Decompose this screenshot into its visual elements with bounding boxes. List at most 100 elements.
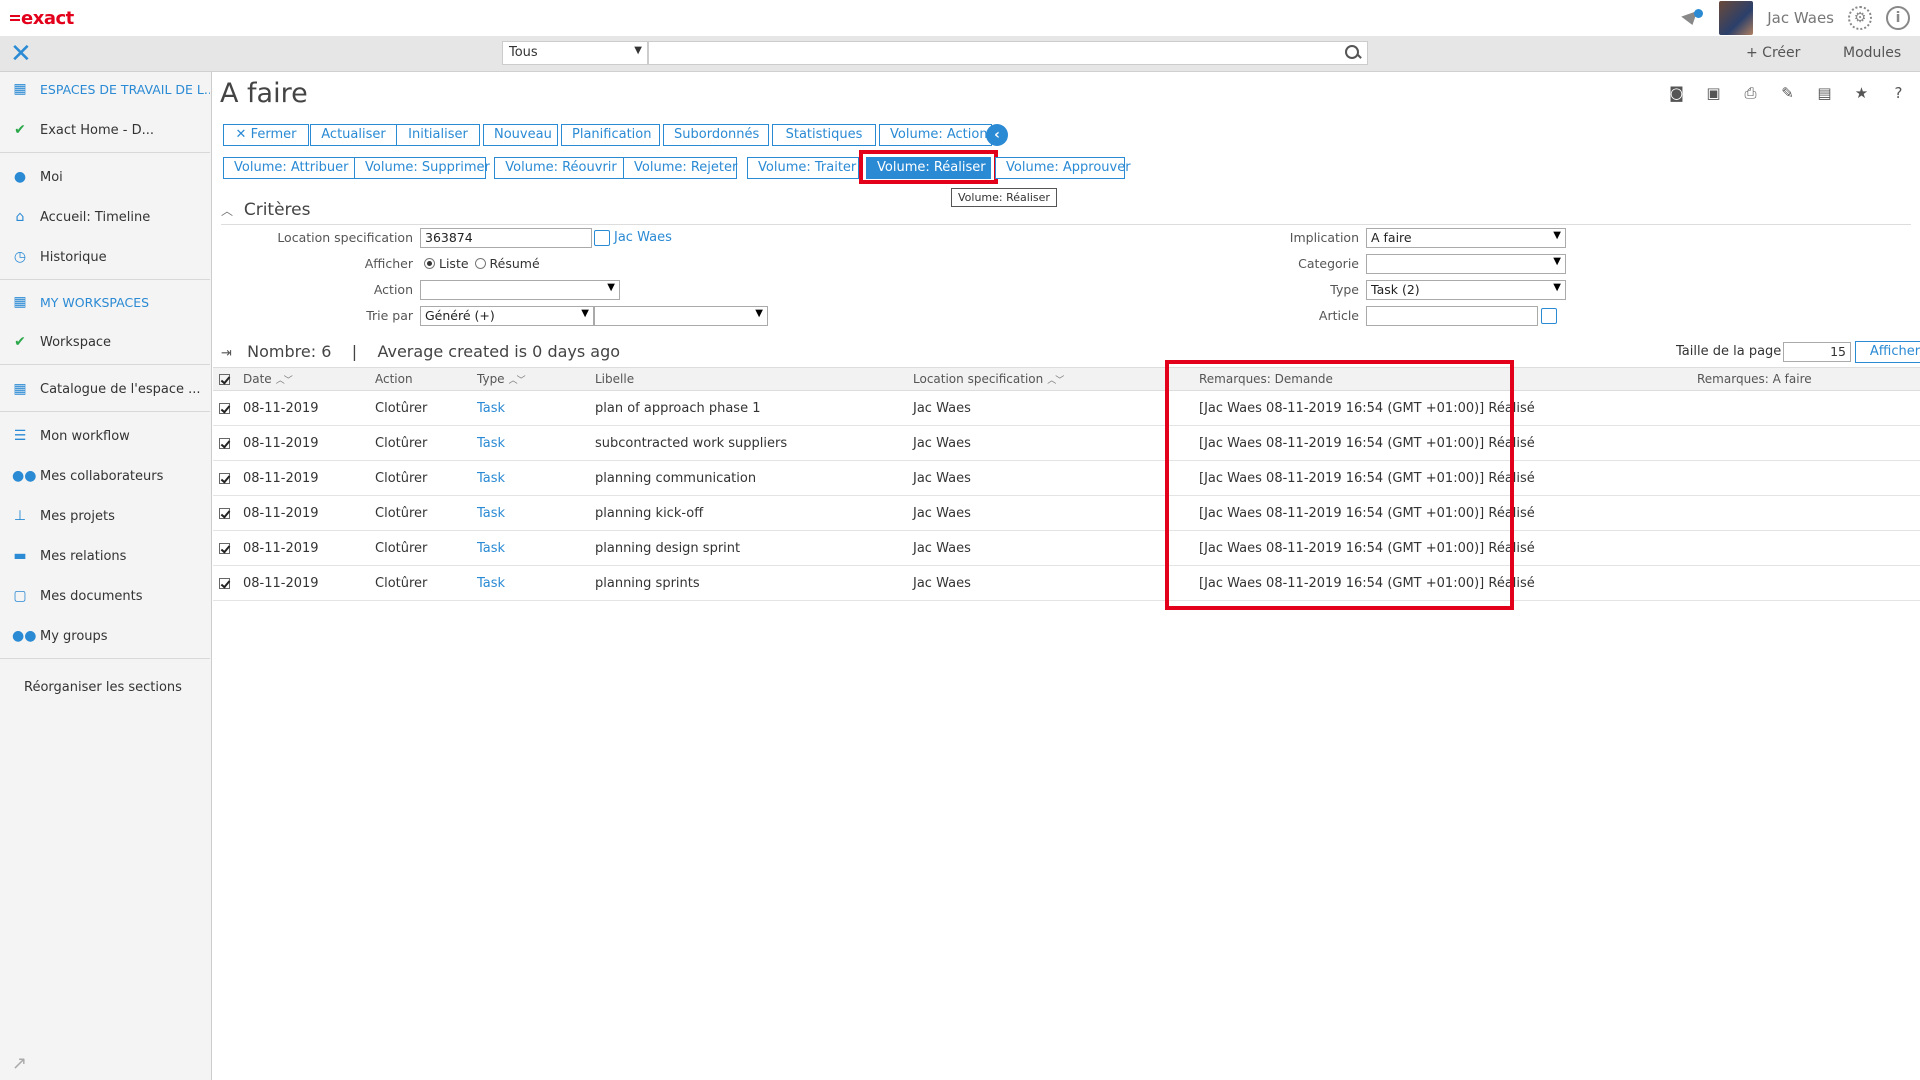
- row-checkbox[interactable]: [213, 495, 237, 531]
- row-checkbox[interactable]: [213, 530, 237, 566]
- search-icon[interactable]: [1345, 45, 1361, 61]
- exact-logo[interactable]: exact: [10, 8, 74, 29]
- sidebar-item-timeline[interactable]: ⌂ Accueil: Timeline: [0, 202, 210, 232]
- planning-button[interactable]: Planification: [561, 124, 660, 146]
- cell-type[interactable]: Task: [471, 425, 589, 461]
- volume-actions-button[interactable]: Volume: Actions: [879, 124, 994, 146]
- sidebar-item-groups[interactable]: ●● My groups: [0, 621, 210, 651]
- lookup-icon[interactable]: [1541, 308, 1557, 324]
- subordinates-button[interactable]: Subordonnés: [663, 124, 769, 146]
- cell-type[interactable]: Task: [471, 530, 589, 566]
- help-icon[interactable]: ?: [1889, 84, 1908, 103]
- sidebar-item-collaborateurs[interactable]: ●● Mes collaborateurs: [0, 461, 210, 491]
- show-summary-radio[interactable]: Résumé: [474, 256, 540, 271]
- column-header-remarks-todo[interactable]: Remarques: A faire: [1691, 367, 1920, 391]
- table-row[interactable]: 08-11-2019 Clotûrer Task planning design sp…: [213, 530, 1920, 566]
- sidebar-item-workspaces-header[interactable]: ▦ ESPACES DE TRAVAIL DE L...: [0, 74, 210, 104]
- sidebar-item-exact-home[interactable]: ✔ Exact Home - D...: [0, 115, 210, 145]
- table-row[interactable]: 08-11-2019 Clotûrer Task planning kick-off J…: [213, 495, 1920, 531]
- search-input[interactable]: [648, 41, 1368, 65]
- print-icon[interactable]: ⎙: [1741, 84, 1760, 103]
- pin-icon[interactable]: ⇥: [221, 346, 232, 361]
- column-header-location[interactable]: Location specification ︿﹀: [907, 367, 1179, 391]
- cell-type-text[interactable]: Task: [477, 401, 505, 416]
- user-name[interactable]: Jac Waes: [1767, 9, 1834, 27]
- favorite-star-icon[interactable]: ★: [1852, 84, 1871, 103]
- search-scope-select[interactable]: Tous ▼: [502, 41, 648, 65]
- reorganize-sections-link[interactable]: Réorganiser les sections: [0, 672, 210, 702]
- table-row[interactable]: 08-11-2019 Clotûrer Task planning communica…: [213, 460, 1920, 496]
- row-checkbox[interactable]: [213, 425, 237, 461]
- cell-type[interactable]: Task: [471, 495, 589, 531]
- sidebar-item-moi[interactable]: ● Moi: [0, 162, 210, 192]
- close-button[interactable]: ✕ Fermer: [223, 124, 309, 146]
- sort-secondary-select[interactable]: ▼: [594, 306, 768, 326]
- statistics-button[interactable]: Statistiques: [772, 124, 876, 146]
- volume-reject-button[interactable]: Volume: Rejeter: [623, 157, 737, 179]
- rss-icon[interactable]: ◙: [1667, 84, 1686, 103]
- row-checkbox[interactable]: [213, 460, 237, 496]
- excel-export-icon[interactable]: ▣: [1704, 84, 1723, 103]
- select-all-checkbox[interactable]: [213, 367, 237, 391]
- sidebar-item-catalogue[interactable]: ▦ Catalogue de l'espace ...: [0, 374, 210, 404]
- page-size-input[interactable]: 15: [1783, 342, 1851, 362]
- volume-delete-button[interactable]: Volume: Supprimer: [354, 157, 490, 179]
- cell-type-text[interactable]: Task: [477, 436, 505, 451]
- row-checkbox[interactable]: [213, 565, 237, 601]
- cell-type[interactable]: Task: [471, 390, 589, 426]
- location-name-link[interactable]: Jac Waes: [614, 230, 672, 245]
- volume-reopen-button[interactable]: Volume: Réouvrir: [494, 157, 628, 179]
- volume-assign-button[interactable]: Volume: Attribuer: [223, 157, 355, 179]
- new-button[interactable]: Nouveau: [483, 124, 558, 146]
- close-menu-icon[interactable]: ✕: [10, 40, 32, 68]
- column-header-label: Action: [375, 372, 413, 386]
- criteria-header[interactable]: ︿ Critères: [221, 200, 310, 220]
- volume-approve-button[interactable]: Volume: Approuver: [995, 157, 1131, 179]
- table-row[interactable]: 08-11-2019 Clotûrer Task planning sprints Ja…: [213, 565, 1920, 601]
- modules-button[interactable]: Modules: [1843, 45, 1901, 61]
- location-field[interactable]: 363874: [420, 228, 592, 248]
- cell-type[interactable]: Task: [471, 565, 589, 601]
- cell-type-text[interactable]: Task: [477, 576, 505, 591]
- create-button[interactable]: + Créer: [1746, 45, 1800, 61]
- volume-process-button[interactable]: Volume: Traiter: [747, 157, 859, 179]
- expand-arrow-icon[interactable]: ↗: [12, 1053, 27, 1074]
- collapse-buttons-icon[interactable]: ‹: [986, 124, 1008, 146]
- article-field[interactable]: [1366, 306, 1538, 326]
- gear-icon[interactable]: ⚙: [1848, 6, 1872, 30]
- table-row[interactable]: 08-11-2019 Clotûrer Task subcontracted work…: [213, 425, 1920, 461]
- show-button[interactable]: Afficher: [1855, 341, 1920, 363]
- action-select[interactable]: ▼: [420, 280, 620, 300]
- settings-grid-icon[interactable]: ▤: [1815, 84, 1834, 103]
- avatar[interactable]: [1719, 1, 1754, 35]
- column-header-type[interactable]: Type ︿﹀: [471, 367, 589, 391]
- sidebar-item-my-workspaces-header[interactable]: ▦ MY WORKSPACES: [0, 287, 210, 317]
- info-icon[interactable]: i: [1886, 6, 1910, 30]
- type-select[interactable]: Task (2) ▼: [1366, 280, 1566, 300]
- column-header-action[interactable]: Action: [369, 367, 471, 391]
- sidebar-item-workflow[interactable]: ☰ Mon workflow: [0, 421, 210, 451]
- implication-select[interactable]: A faire ▼: [1366, 228, 1566, 248]
- column-header-date[interactable]: Date ︿﹀: [237, 367, 369, 391]
- row-checkbox[interactable]: [213, 390, 237, 426]
- chevron-down-icon: ▼: [1553, 282, 1561, 293]
- sidebar-item-relations[interactable]: ▬ Mes relations: [0, 541, 210, 571]
- cell-type-text[interactable]: Task: [477, 506, 505, 521]
- table-row[interactable]: 08-11-2019 Clotûrer Task plan of approach p…: [213, 390, 1920, 426]
- cell-type-text[interactable]: Task: [477, 471, 505, 486]
- column-header-libelle[interactable]: Libelle: [589, 367, 907, 391]
- sidebar-item-documents[interactable]: ▢ Mes documents: [0, 581, 210, 611]
- sort-select[interactable]: Généré (+) ▼: [420, 306, 594, 326]
- sidebar-item-projets[interactable]: ⊥ Mes projets: [0, 501, 210, 531]
- notification-icon[interactable]: [1679, 5, 1705, 31]
- initialize-button[interactable]: Initialiser: [396, 124, 480, 146]
- category-select[interactable]: ▼: [1366, 254, 1566, 274]
- refresh-button[interactable]: Actualiser: [310, 124, 397, 146]
- sidebar-item-historique[interactable]: ◷ Historique: [0, 242, 210, 272]
- sidebar-item-workspace[interactable]: ✔ Workspace: [0, 327, 210, 357]
- cell-type-text[interactable]: Task: [477, 541, 505, 556]
- wrench-icon[interactable]: ✎: [1778, 84, 1797, 103]
- lookup-icon[interactable]: [594, 230, 610, 246]
- cell-type[interactable]: Task: [471, 460, 589, 496]
- show-list-radio[interactable]: Liste: [424, 256, 469, 271]
